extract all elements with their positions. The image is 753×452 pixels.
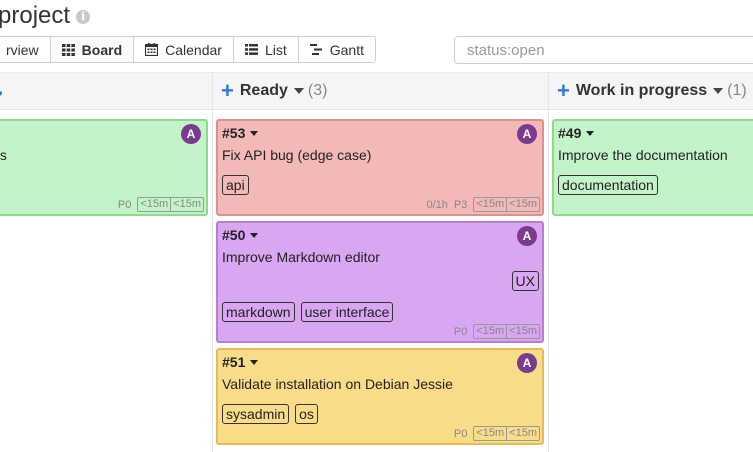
column-divider	[548, 72, 549, 452]
estimate-value: <15m	[476, 427, 505, 439]
card-meta: P0 <15m <15m	[454, 324, 540, 339]
avatar[interactable]: A	[181, 124, 201, 144]
card-id-text: #53	[222, 125, 246, 141]
view-calendar-label: Calendar	[165, 41, 222, 58]
add-card-icon[interactable]: +	[557, 80, 570, 102]
estimate-badge: <15m <15m	[473, 324, 540, 339]
card-meta: P0 <15m <15m	[118, 197, 204, 212]
priority-label: P0	[453, 427, 468, 440]
caret-down-icon	[586, 130, 595, 136]
card-tags: api	[222, 175, 249, 195]
tag-ux[interactable]: UX	[511, 271, 539, 291]
card-53[interactable]: #53 A Fix API bug (edge case) api 0/1h P…	[216, 119, 544, 216]
card-id[interactable]: #49	[558, 125, 595, 141]
search-input[interactable]	[454, 36, 753, 64]
priority-label: P3	[453, 198, 468, 211]
card-title: Validate installation on Debian Jessie	[222, 376, 453, 392]
card-id[interactable]: #50	[222, 227, 259, 243]
estimate-badge: <15m <15m	[473, 426, 540, 441]
card-49[interactable]: #49 A Improve the documentation document…	[552, 119, 753, 216]
estimate-value: <15m	[140, 198, 169, 210]
card-id-text: #51	[222, 354, 246, 370]
card-50[interactable]: #50 A Improve Markdown editor UX markdow…	[216, 221, 544, 343]
card-tags: documentation	[558, 175, 658, 195]
column-divider	[212, 72, 213, 452]
chevron-down-icon[interactable]	[293, 88, 304, 94]
info-icon[interactable]: i	[76, 10, 91, 24]
estimate-badge: <15m <15m	[137, 197, 204, 212]
chevron-down-icon[interactable]	[713, 88, 724, 94]
project-title-text: project	[0, 2, 71, 29]
column-header-work-in-progress[interactable]: + Work in progress (1)	[557, 72, 747, 110]
card-tags: markdown user interface	[222, 302, 394, 322]
gantt-icon	[309, 44, 322, 55]
tag-os[interactable]: os	[295, 404, 318, 424]
avatar[interactable]: A	[517, 353, 537, 373]
tag-sysadmin[interactable]: sysadmin	[222, 404, 290, 424]
column-count-ready: (3)	[307, 82, 328, 99]
card-tags: sysadmin os	[222, 404, 318, 424]
view-calendar-button[interactable]: Calendar	[134, 37, 234, 62]
avatar[interactable]: A	[517, 226, 537, 246]
estimate-value: <15m	[506, 325, 539, 338]
tag-user-interface[interactable]: user interface	[300, 302, 394, 322]
card-id[interactable]: #53	[222, 125, 259, 141]
card-meta: P0 <15m <15m	[454, 426, 540, 441]
column-header-ready[interactable]: + Ready (3)	[221, 72, 327, 110]
estimate-value: <15m	[170, 198, 203, 211]
tag-markdown[interactable]: markdown	[222, 302, 295, 322]
card-title: ts	[0, 147, 7, 163]
priority-label: P0	[453, 325, 468, 338]
view-gantt-button[interactable]: Gantt	[299, 37, 375, 62]
card-id-text: #49	[558, 125, 582, 141]
add-card-icon[interactable]: +	[221, 80, 234, 102]
tag-documentation[interactable]: documentation	[558, 175, 658, 195]
caret-down-icon	[250, 130, 259, 136]
view-board-label: Board	[81, 41, 123, 58]
estimate-value: <15m	[476, 325, 505, 337]
view-list-label: List	[264, 41, 287, 58]
calendar-icon	[145, 43, 159, 56]
estimate-value: <15m	[506, 198, 539, 211]
column-count-wip: (1)	[727, 82, 747, 99]
view-overview-label: rview	[6, 41, 39, 58]
view-list-button[interactable]: List	[234, 37, 299, 62]
card-title: Improve Markdown editor	[222, 249, 380, 265]
caret-down-icon	[250, 232, 259, 238]
caret-down-icon	[250, 359, 259, 365]
tag-api[interactable]: api	[222, 175, 249, 195]
avatar[interactable]: A	[517, 124, 537, 144]
column-name-ready: Ready	[239, 82, 288, 99]
estimate-value: <15m	[476, 198, 505, 210]
estimate-value: <15m	[506, 427, 539, 440]
time-spent: 0/1h	[426, 198, 448, 211]
column-name-wip: Work in progress	[575, 82, 708, 99]
view-switcher: rview Board Calendar List Gantt	[0, 36, 376, 63]
list-icon	[244, 44, 258, 55]
card-partial[interactable]: A ts P0 <15m <15m	[0, 119, 208, 216]
card-title: Fix API bug (edge case)	[222, 147, 372, 163]
page-title: project i	[0, 2, 91, 30]
card-title: Improve the documentation	[558, 147, 728, 163]
view-gantt-label: Gantt	[329, 41, 364, 58]
card-id-text: #50	[222, 227, 246, 243]
card-id[interactable]: #51	[222, 354, 259, 370]
grid-icon	[61, 43, 75, 56]
view-board-button[interactable]: Board	[50, 37, 135, 62]
view-overview-button[interactable]: rview	[0, 37, 51, 62]
estimate-badge: <15m <15m	[473, 197, 540, 212]
card-meta: 0/1h P3 <15m <15m	[426, 197, 540, 212]
card-51[interactable]: #51 A Validate installation on Debian Je…	[216, 348, 544, 445]
priority-label: P0	[117, 198, 132, 211]
